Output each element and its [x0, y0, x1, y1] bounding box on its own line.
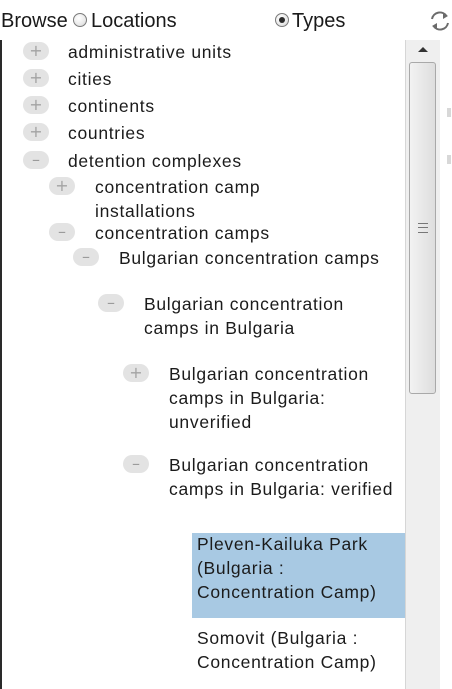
tree-node-label[interactable]: Bulgarian concentration camps in Bulgari…	[169, 362, 399, 434]
tree-node-label[interactable]: Pleven-Kailuka Park (Bulgaria : Concentr…	[197, 532, 402, 604]
adjacent-panel-edge	[440, 40, 452, 689]
tree-node-label[interactable]: administrative units	[68, 40, 232, 64]
locations-label[interactable]: Locations	[91, 10, 177, 32]
scroll-up-arrow-icon[interactable]	[406, 40, 440, 60]
tree-node-label[interactable]: detention complexes	[68, 149, 242, 173]
vertical-scrollbar[interactable]	[405, 40, 440, 689]
minus-icon[interactable]	[98, 294, 124, 312]
tree-node-label[interactable]: continents	[68, 94, 155, 118]
browse-label: Browse	[1, 10, 68, 32]
tree-node-label[interactable]: Bulgarian concentration camps in Bulgari…	[169, 453, 399, 501]
plus-icon[interactable]	[23, 69, 49, 87]
tree-node-label[interactable]: concentration camp installations	[95, 175, 350, 223]
minus-icon[interactable]	[73, 248, 99, 266]
refresh-icon[interactable]	[428, 10, 452, 32]
tree-view: administrative units cities continents c…	[0, 40, 405, 689]
plus-icon[interactable]	[23, 123, 49, 141]
types-label[interactable]: Types	[292, 10, 345, 32]
locations-radio[interactable]	[73, 13, 87, 27]
plus-icon[interactable]	[23, 96, 49, 114]
divider	[447, 108, 451, 117]
browse-panel: Browse Locations Types administrative un…	[0, 0, 452, 689]
minus-icon[interactable]	[123, 455, 149, 473]
tree-node-label[interactable]: Bulgarian concentration camps in Bulgari…	[144, 292, 399, 340]
tree-node-label[interactable]: concentration camps	[95, 221, 270, 245]
plus-icon[interactable]	[123, 364, 149, 382]
browse-bar: Browse Locations Types	[0, 0, 452, 40]
minus-icon[interactable]	[49, 223, 75, 241]
tree-node-label[interactable]: countries	[68, 121, 145, 145]
tree-node-label[interactable]: Bulgarian concentration camps	[119, 246, 404, 270]
minus-icon[interactable]	[23, 151, 49, 169]
scroll-thumb[interactable]	[409, 62, 436, 394]
plus-icon[interactable]	[23, 42, 49, 60]
plus-icon[interactable]	[49, 177, 75, 195]
tree-node-label[interactable]: Somovit (Bulgaria : Concentration Camp)	[197, 626, 402, 674]
tree-node-label[interactable]: cities	[68, 67, 112, 91]
grip-icon	[418, 223, 428, 233]
types-radio[interactable]	[275, 13, 289, 27]
divider	[447, 155, 451, 164]
